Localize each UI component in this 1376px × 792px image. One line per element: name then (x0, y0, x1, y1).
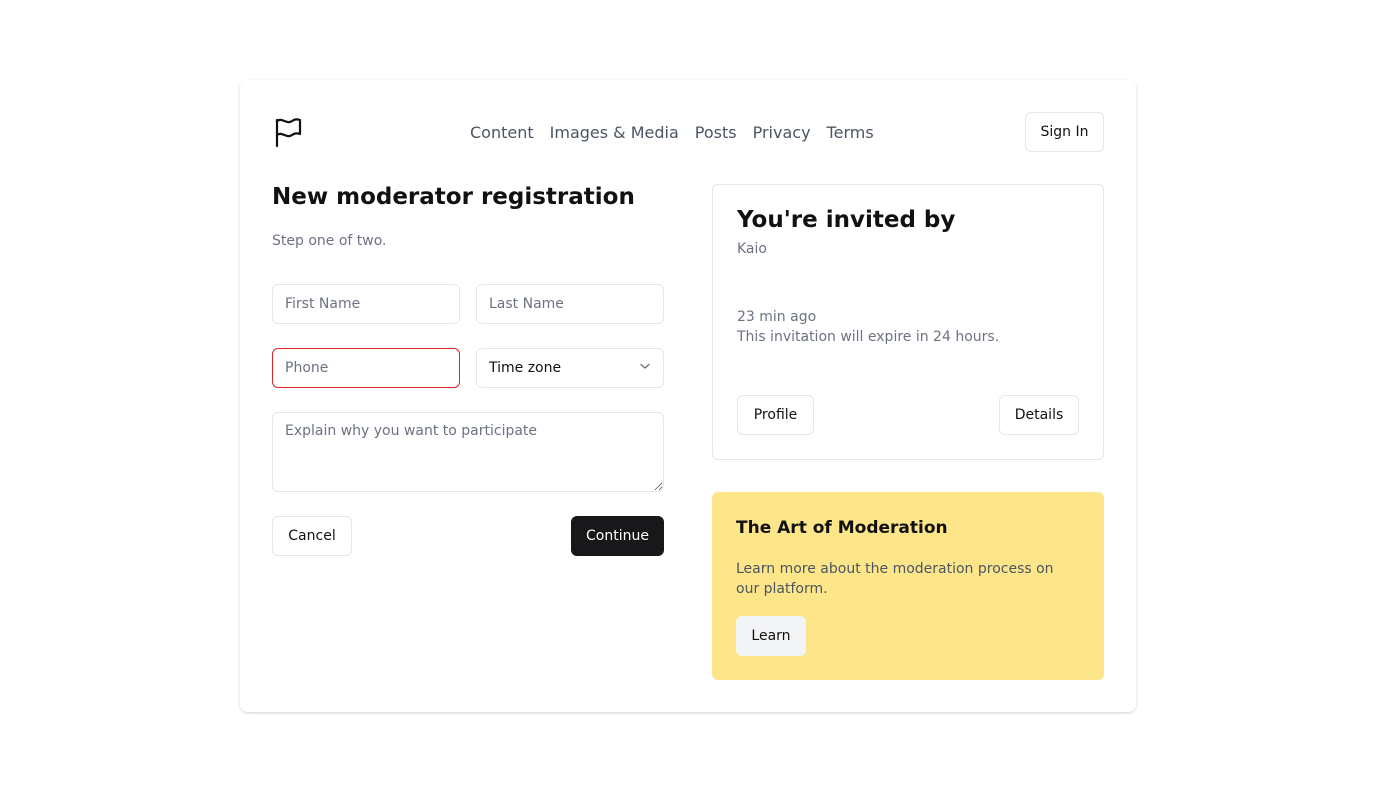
step-indicator: Step one of two. (272, 233, 387, 249)
page-title: New moderator registration (272, 184, 635, 210)
invitation-timestamp: 23 min ago (737, 309, 817, 325)
nav-link-images-media[interactable]: Images & Media (550, 123, 679, 142)
chevron-down-icon (639, 360, 651, 376)
details-button[interactable]: Details (999, 395, 1079, 435)
timezone-select[interactable]: Time zone (476, 348, 664, 388)
promo-title: The Art of Moderation (736, 518, 948, 538)
cancel-button[interactable]: Cancel (272, 516, 352, 556)
nav-link-content[interactable]: Content (470, 123, 534, 142)
promo-description: Learn more about the moderation process … (736, 561, 1054, 597)
participation-reason-textarea[interactable] (272, 412, 664, 492)
nav-link-terms[interactable]: Terms (827, 123, 874, 142)
first-name-input[interactable] (272, 284, 460, 324)
profile-button[interactable]: Profile (737, 395, 814, 435)
learn-button[interactable]: Learn (736, 616, 806, 656)
inviter-name: Kaio (737, 241, 767, 257)
continue-button[interactable]: Continue (571, 516, 664, 556)
invitation-card: You're invited by Kaio 23 min ago This i… (712, 184, 1104, 460)
nav-link-privacy[interactable]: Privacy (753, 123, 811, 142)
last-name-input[interactable] (476, 284, 664, 324)
flag-icon[interactable] (272, 116, 304, 148)
invitation-expiry-notice: This invitation will expire in 24 hours. (737, 329, 1000, 345)
nav-link-posts[interactable]: Posts (695, 123, 737, 142)
main-nav: Content Images & Media Posts Privacy Ter… (470, 120, 874, 144)
moderation-promo-card: The Art of Moderation Learn more about t… (712, 492, 1104, 680)
timezone-select-label: Time zone (489, 360, 562, 376)
sign-in-button[interactable]: Sign In (1025, 112, 1104, 152)
registration-card: Content Images & Media Posts Privacy Ter… (240, 80, 1136, 712)
phone-input[interactable] (272, 348, 460, 388)
invitation-title: You're invited by (737, 207, 956, 233)
